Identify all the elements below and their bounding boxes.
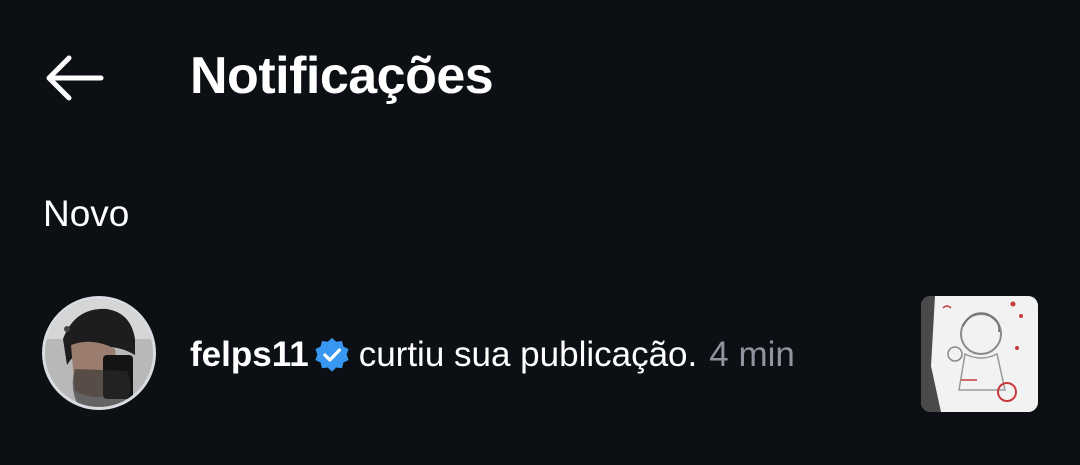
post-thumbnail-sketch [921,296,1038,412]
username-link[interactable]: felps11 [190,332,309,378]
notification-action: curtiu sua publicação. [358,335,698,374]
top-app-bar: Notificações [0,0,1080,150]
post-thumbnail[interactable] [921,296,1038,412]
verified-badge-icon [315,337,349,372]
notification-text: felps11 curtiu sua publicação. 4 min [190,332,795,378]
page-title: Notificações [190,47,494,105]
avatar[interactable] [42,296,156,410]
back-button[interactable] [38,48,110,108]
user-avatar-photo [45,299,153,407]
notification-item[interactable]: felps11 curtiu sua publicação. 4 min [0,290,1080,420]
notification-time: 4 min [709,335,795,374]
section-title-new: Novo [43,193,130,234]
arrow-left-icon [46,55,104,101]
